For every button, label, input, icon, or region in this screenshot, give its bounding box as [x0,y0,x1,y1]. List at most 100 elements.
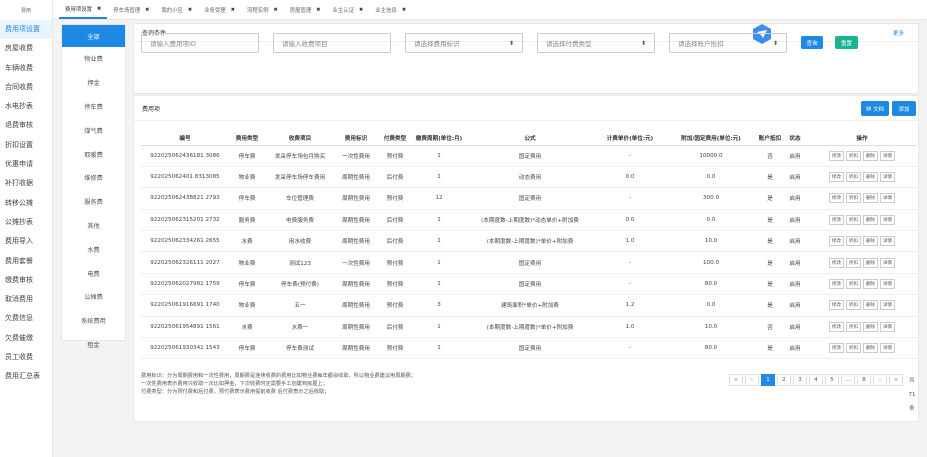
sidebar-item[interactable]: 退费审核 [0,116,52,135]
page-button[interactable]: › [873,374,887,386]
row-action-button[interactable]: 修改 [829,172,844,183]
row-action-button[interactable]: 详情 [880,214,895,225]
row-action-button[interactable]: 折扣 [846,257,861,268]
row-action-button[interactable]: 折扣 [846,150,861,161]
sidebar-item[interactable]: 房屋收费 [0,39,52,58]
row-action-button[interactable]: 修改 [829,150,844,161]
sidebar-item[interactable]: 员工收费 [0,348,52,367]
category-item[interactable]: 电费 [62,261,125,285]
sidebar-item[interactable]: 补打收据 [0,174,52,193]
row-action-button[interactable]: 修改 [829,193,844,204]
sidebar-item[interactable]: 水电抄表 [0,97,52,116]
row-action-button[interactable]: 详情 [880,150,895,161]
page-button[interactable]: 5 [825,374,839,386]
more-link[interactable]: 更多 [893,29,904,37]
category-item[interactable]: 物业费 [62,47,125,71]
category-item[interactable]: 全部 [62,25,125,47]
page-button[interactable]: « [729,374,743,386]
fee-flag-select[interactable]: 请选择费用标识 ⬍ [405,33,523,53]
sidebar-item[interactable]: 费用导入 [0,232,52,251]
category-item[interactable]: 租金 [62,333,125,357]
row-action-button[interactable]: 折扣 [846,343,861,354]
close-icon[interactable]: ✖ [97,6,101,12]
tab[interactable]: 流程实例 ✖ [241,1,284,19]
tab[interactable]: 我的小区 ✖ [155,1,198,19]
category-item[interactable]: 煤气费 [62,118,125,142]
fee-id-input[interactable]: 请输入费用项ID [141,33,259,53]
row-action-button[interactable]: 详情 [880,343,895,354]
category-item[interactable]: 押金 [62,71,125,95]
row-action-button[interactable]: 修改 [829,321,844,332]
doc-button[interactable]: ▤ 文档 [861,101,889,116]
sidebar-item[interactable]: 车辆收费 [0,59,52,78]
page-button[interactable]: ... [841,374,855,386]
sidebar-item[interactable]: 费用汇总表 [0,367,52,386]
sidebar-item[interactable]: 缴费审核 [0,271,52,290]
reset-button[interactable]: 重置 [835,36,858,49]
sidebar-item[interactable]: 欠费信息 [0,309,52,328]
pay-type-select[interactable]: 请选择付费类型 ⬍ [537,33,655,53]
close-icon[interactable]: ✖ [359,7,363,13]
row-action-button[interactable]: 删除 [863,279,878,290]
row-action-button[interactable]: 删除 [863,300,878,311]
tab[interactable]: 业主认证 ✖ [326,1,369,19]
fee-item-input[interactable]: 请输入收费项目 [273,33,391,53]
row-action-button[interactable]: 修改 [829,236,844,247]
row-action-button[interactable]: 详情 [880,257,895,268]
close-icon[interactable]: ✖ [273,7,277,13]
category-item[interactable]: 系统费用 [62,309,125,333]
row-action-button[interactable]: 折扣 [846,193,861,204]
category-item[interactable]: 维修费 [62,166,125,190]
row-action-button[interactable]: 修改 [829,257,844,268]
row-action-button[interactable]: 折扣 [846,279,861,290]
row-action-button[interactable]: 详情 [880,300,895,311]
close-icon[interactable]: ✖ [231,7,235,13]
sidebar-item[interactable]: 优惠申请 [0,155,52,174]
tab[interactable]: 房屋管理 ✖ [284,1,327,19]
row-action-button[interactable]: 折扣 [846,300,861,311]
row-action-button[interactable]: 详情 [880,193,895,204]
sidebar-item[interactable]: 公摊抄表 [0,213,52,232]
page-button[interactable]: 8 [857,374,871,386]
row-action-button[interactable]: 删除 [863,214,878,225]
row-action-button[interactable]: 详情 [880,172,895,183]
row-action-button[interactable]: 折扣 [846,214,861,225]
sidebar-item[interactable]: 欠费催缴 [0,329,52,348]
category-item[interactable]: 水费 [62,237,125,261]
page-button[interactable]: 4 [809,374,823,386]
category-item[interactable]: 其他 [62,214,125,238]
tab[interactable]: 停车场管理 ✖ [107,1,155,19]
sidebar-item[interactable]: 合同收费 [0,78,52,97]
row-action-button[interactable]: 删除 [863,236,878,247]
category-item[interactable]: 取暖费 [62,142,125,166]
tab[interactable]: 业务受理 ✖ [198,1,241,19]
row-action-button[interactable]: 折扣 [846,236,861,247]
row-action-button[interactable]: 删除 [863,257,878,268]
row-action-button[interactable]: 修改 [829,214,844,225]
row-action-button[interactable]: 删除 [863,343,878,354]
row-action-button[interactable]: 详情 [880,321,895,332]
sidebar-item[interactable]: 取消费用 [0,290,52,309]
category-item[interactable]: 停车费 [62,95,125,119]
page-button[interactable]: ‹ [745,374,759,386]
row-action-button[interactable]: 删除 [863,150,878,161]
close-icon[interactable]: ✖ [402,7,406,13]
row-action-button[interactable]: 折扣 [846,321,861,332]
page-button[interactable]: 1 [761,374,775,386]
page-button[interactable]: 3 [793,374,807,386]
add-button[interactable]: 添加 [892,101,916,116]
category-item[interactable]: 公摊费 [62,285,125,309]
row-action-button[interactable]: 修改 [829,343,844,354]
row-action-button[interactable]: 删除 [863,193,878,204]
sidebar-item[interactable]: 费用项设置 [0,20,52,40]
row-action-button[interactable]: 详情 [880,279,895,290]
close-icon[interactable]: ✖ [145,7,149,13]
close-icon[interactable]: ✖ [188,7,192,13]
search-button[interactable]: 查询 [801,36,823,49]
tab[interactable]: 业主信息 ✖ [369,1,412,19]
page-button[interactable]: 2 [777,374,791,386]
category-item[interactable]: 服务费 [62,190,125,214]
row-action-button[interactable]: 详情 [880,236,895,247]
close-icon[interactable]: ✖ [316,7,320,13]
tab[interactable]: 费用项设置 ✖ [59,1,108,19]
